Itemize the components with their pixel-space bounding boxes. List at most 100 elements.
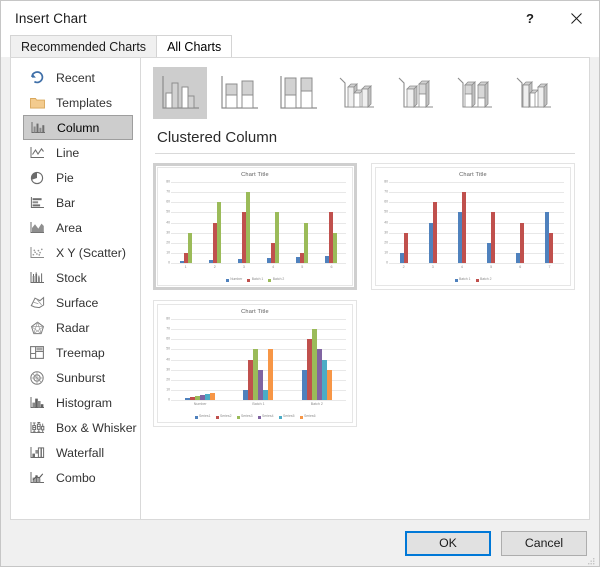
chart-category-list[interactable]: Recent Templates Column Line: [11, 58, 141, 519]
grid-line: [389, 263, 564, 264]
sidebar-item-treemap[interactable]: Treemap: [23, 340, 133, 365]
bar-group: [243, 319, 273, 400]
x-axis-tick: 2: [200, 264, 229, 275]
bar-group: [209, 182, 221, 263]
x-axis-tick: 6: [506, 264, 535, 275]
ok-button-label: OK: [439, 536, 457, 550]
x-axis-tick: 1: [171, 264, 200, 275]
legend-swatch: [216, 416, 219, 419]
sidebar-item-stock[interactable]: Stock: [23, 265, 133, 290]
subtype-3d-column[interactable]: [507, 67, 561, 119]
y-axis-tick: 80: [384, 180, 388, 183]
y-axis-tick: 50: [166, 348, 170, 351]
subtype-3d-stacked-column[interactable]: [389, 67, 443, 119]
radar-chart-icon: [27, 319, 47, 336]
chart-subtype-strip[interactable]: [153, 67, 577, 119]
sidebar-item-label: Combo: [56, 471, 96, 485]
chart-preview-2[interactable]: Chart Title01020304050607080234567Batch …: [371, 163, 575, 290]
y-axis: 01020304050607080: [158, 319, 171, 400]
subtype-3d-clustered-column[interactable]: [330, 67, 384, 119]
subtype-clustered-column[interactable]: [153, 67, 207, 119]
close-button[interactable]: [553, 1, 599, 35]
sidebar-item-sunburst[interactable]: Sunburst: [23, 365, 133, 390]
chart-preview-grid[interactable]: Chart Title01020304050607080123456Number…: [153, 163, 577, 519]
legend-item: Series4: [258, 415, 274, 418]
sidebar-item-histogram[interactable]: Histogram: [23, 390, 133, 415]
tab-recommended-charts[interactable]: Recommended Charts: [10, 35, 157, 57]
x-axis: NumberBatch 1Batch 2: [171, 400, 346, 412]
sidebar-item-label: Histogram: [56, 396, 112, 410]
legend-item: Batch 1: [247, 278, 263, 281]
sidebar-item-column[interactable]: Column: [23, 115, 133, 140]
bar: [433, 202, 437, 263]
sidebar-item-box-whisker[interactable]: Box & Whisker: [23, 415, 133, 440]
sidebar-item-label: Waterfall: [56, 446, 104, 460]
histogram-chart-icon: [27, 394, 47, 411]
plot-canvas: [389, 182, 564, 263]
sidebar-item-line[interactable]: Line: [23, 140, 133, 165]
subtype-100-stacked-column[interactable]: [271, 67, 325, 119]
sidebar-item-scatter[interactable]: X Y (Scatter): [23, 240, 133, 265]
insert-chart-dialog: Insert Chart ? Recommended Charts All Ch…: [0, 0, 600, 567]
sidebar-item-bar[interactable]: Bar: [23, 190, 133, 215]
bar-group: [302, 319, 332, 400]
sidebar-item-combo[interactable]: Combo: [23, 465, 133, 490]
tab-label: All Charts: [167, 40, 221, 54]
bar: [404, 233, 408, 263]
chart-legend: Batch 1Batch 2: [376, 275, 570, 285]
sidebar-item-waterfall[interactable]: Waterfall: [23, 440, 133, 465]
sidebar-item-label: Line: [56, 146, 79, 160]
sidebar-item-pie[interactable]: Pie: [23, 165, 133, 190]
chart-preview-1[interactable]: Chart Title01020304050607080123456Number…: [153, 163, 357, 290]
bar-group: [185, 319, 215, 400]
plot-area: 01020304050607080123456NumberBatch 1Batc…: [158, 182, 352, 285]
y-axis-tick: 20: [166, 241, 170, 244]
y-axis-tick: 30: [166, 368, 170, 371]
3d-column-icon: [513, 73, 555, 113]
bar: [246, 192, 250, 263]
ok-button[interactable]: OK: [405, 531, 491, 556]
y-axis-tick: 70: [384, 190, 388, 193]
sidebar-item-radar[interactable]: Radar: [23, 315, 133, 340]
3d-100-stacked-column-icon: [454, 73, 496, 113]
tab-all-charts[interactable]: All Charts: [156, 35, 232, 57]
scatter-chart-icon: [27, 244, 47, 261]
subtype-3d-100-stacked-column[interactable]: [448, 67, 502, 119]
100-stacked-column-icon: [277, 73, 319, 113]
bar: [188, 233, 192, 263]
legend-swatch: [300, 416, 303, 419]
chart-title: Chart Title: [158, 309, 352, 315]
bar-group: [458, 182, 466, 263]
sidebar-item-label: Bar: [56, 196, 75, 210]
legend-swatch: [247, 279, 250, 282]
legend-label: Series6: [304, 415, 316, 418]
combo-chart-icon: [27, 469, 47, 486]
cancel-button-label: Cancel: [525, 536, 563, 550]
bar-group: [400, 182, 408, 263]
window-controls: ?: [507, 1, 599, 35]
y-axis-tick: 70: [166, 327, 170, 330]
legend-label: Series5: [283, 415, 295, 418]
help-button[interactable]: ?: [507, 1, 553, 35]
sidebar-item-templates[interactable]: Templates: [23, 90, 133, 115]
y-axis-tick: 30: [166, 231, 170, 234]
resize-grip-icon[interactable]: [586, 554, 596, 564]
sidebar-item-recent[interactable]: Recent: [23, 65, 133, 90]
x-axis-tick: Number: [171, 401, 229, 412]
legend-swatch: [268, 279, 271, 282]
sidebar-item-area[interactable]: Area: [23, 215, 133, 240]
bar-group: [487, 182, 495, 263]
legend-swatch: [226, 279, 229, 282]
chart-preview-3[interactable]: Chart Title 01020304050607080NumberBatch …: [153, 300, 357, 427]
sidebar-item-label: X Y (Scatter): [56, 246, 126, 260]
y-axis-tick: 10: [384, 251, 388, 254]
subtype-stacked-column[interactable]: [212, 67, 266, 119]
cancel-button[interactable]: Cancel: [501, 531, 587, 556]
plot-canvas: [171, 319, 346, 400]
bar: [217, 202, 221, 263]
legend-label: Series1: [199, 415, 211, 418]
sidebar-item-surface[interactable]: Surface: [23, 290, 133, 315]
bar: [275, 212, 279, 263]
bar: [327, 370, 332, 400]
sidebar-item-label: Recent: [56, 71, 95, 85]
